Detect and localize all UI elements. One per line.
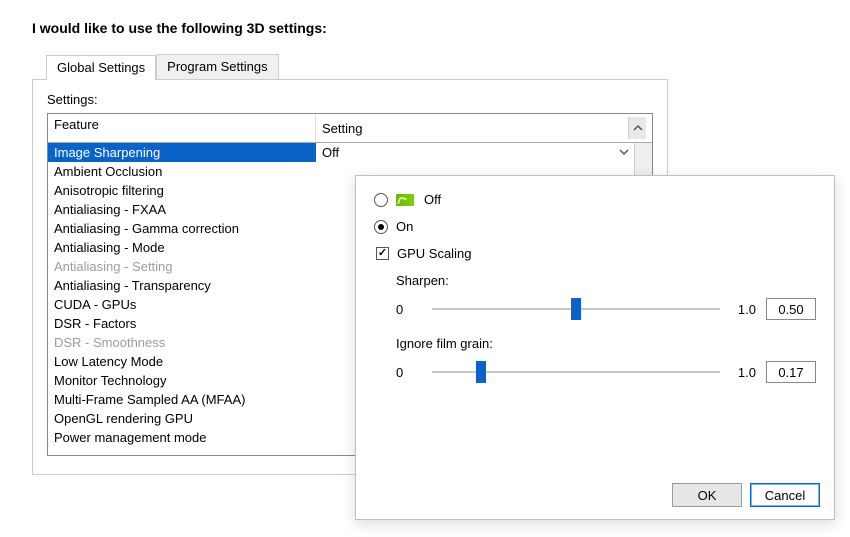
feature-cell: Antialiasing - Mode xyxy=(54,238,316,257)
setting-cell: Off xyxy=(316,143,634,162)
radio-on-row[interactable]: On xyxy=(374,219,816,234)
sharpen-max: 1.0 xyxy=(730,302,756,317)
cancel-button[interactable]: Cancel xyxy=(750,483,820,507)
scroll-up-button[interactable] xyxy=(628,117,646,139)
setting-dropdown[interactable]: Off xyxy=(322,143,634,162)
feature-cell: OpenGL rendering GPU xyxy=(54,409,316,428)
sharpen-label: Sharpen: xyxy=(396,273,816,288)
setting-dropdown-value: Off xyxy=(322,143,339,162)
feature-cell: DSR - Factors xyxy=(54,314,316,333)
feature-cell: Antialiasing - FXAA xyxy=(54,200,316,219)
ok-button[interactable]: OK xyxy=(672,483,742,507)
gpu-scaling-row[interactable]: GPU Scaling xyxy=(376,246,816,261)
feature-cell: Anisotropic filtering xyxy=(54,181,316,200)
tabs: Global Settings Program Settings xyxy=(46,54,830,79)
feature-cell: Low Latency Mode xyxy=(54,352,316,371)
sharpen-thumb[interactable] xyxy=(571,298,581,320)
feature-cell: DSR - Smoothness xyxy=(54,333,316,352)
settings-label: Settings: xyxy=(47,92,653,107)
gpu-scaling-checkbox[interactable] xyxy=(376,247,389,260)
tab-global-settings[interactable]: Global Settings xyxy=(46,55,156,80)
column-header-setting-label: Setting xyxy=(322,121,362,136)
column-header-setting[interactable]: Setting xyxy=(316,114,652,142)
dialog-buttons: OK Cancel xyxy=(672,483,820,507)
film-grain-max: 1.0 xyxy=(730,365,756,380)
film-grain-slider-block: Ignore film grain: 0 1.0 0.17 xyxy=(396,336,816,383)
radio-on-label: On xyxy=(396,219,413,234)
feature-cell: Antialiasing - Setting xyxy=(54,257,316,276)
film-grain-label: Ignore film grain: xyxy=(396,336,816,351)
feature-cell: Ambient Occlusion xyxy=(54,162,316,181)
column-header-feature[interactable]: Feature xyxy=(48,114,316,142)
film-grain-thumb[interactable] xyxy=(476,361,486,383)
page-title: I would like to use the following 3D set… xyxy=(32,20,830,36)
chevron-down-icon xyxy=(616,143,632,162)
feature-cell: Image Sharpening xyxy=(54,143,316,162)
image-sharpening-dialog: Off On GPU Scaling Sharpen: 0 1.0 0.50 I… xyxy=(355,175,835,520)
feature-cell: Power management mode xyxy=(54,428,316,447)
film-grain-value[interactable]: 0.17 xyxy=(766,361,816,383)
grid-header: Feature Setting xyxy=(48,114,652,143)
nvidia-logo-icon xyxy=(396,194,414,206)
sharpen-slider-block: Sharpen: 0 1.0 0.50 xyxy=(396,273,816,320)
radio-off[interactable] xyxy=(374,193,388,207)
tab-program-settings[interactable]: Program Settings xyxy=(156,54,278,79)
feature-cell: Monitor Technology xyxy=(54,371,316,390)
chevron-up-icon xyxy=(633,123,643,133)
radio-off-row[interactable]: Off xyxy=(374,192,816,207)
sharpen-slider[interactable] xyxy=(432,308,720,310)
radio-off-label: Off xyxy=(424,192,441,207)
film-grain-min: 0 xyxy=(396,365,422,380)
feature-cell: Multi-Frame Sampled AA (MFAA) xyxy=(54,390,316,409)
feature-cell: Antialiasing - Transparency xyxy=(54,276,316,295)
gpu-scaling-label: GPU Scaling xyxy=(397,246,471,261)
feature-cell: CUDA - GPUs xyxy=(54,295,316,314)
sharpen-min: 0 xyxy=(396,302,422,317)
film-grain-slider[interactable] xyxy=(432,371,720,373)
table-row[interactable]: Image Sharpening Off xyxy=(48,143,634,162)
sharpen-value[interactable]: 0.50 xyxy=(766,298,816,320)
sliders-area: Sharpen: 0 1.0 0.50 Ignore film grain: 0… xyxy=(374,273,816,383)
feature-cell: Antialiasing - Gamma correction xyxy=(54,219,316,238)
radio-on[interactable] xyxy=(374,220,388,234)
